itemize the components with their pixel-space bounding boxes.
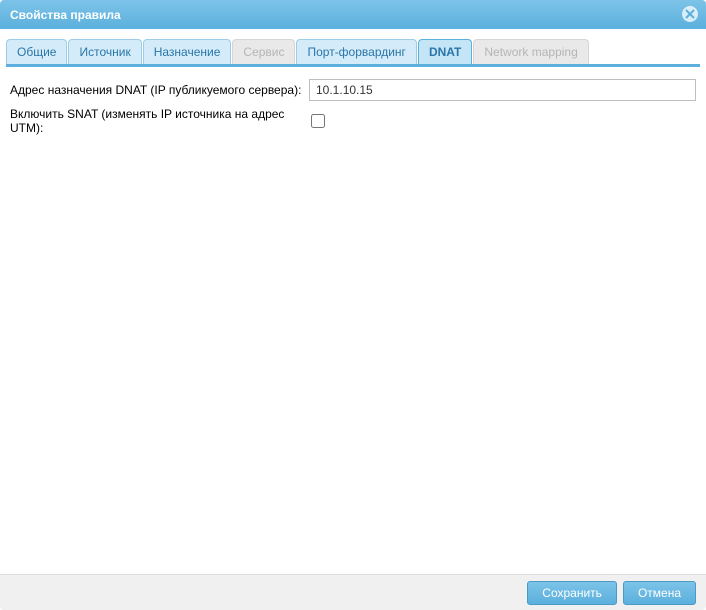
window-title: Свойства правила	[10, 8, 121, 22]
dialog-window: Свойства правила Общие Источник Назначен…	[0, 0, 706, 610]
dnat-address-input[interactable]	[309, 79, 696, 101]
tabbar: Общие Источник Назначение Сервис Порт-фо…	[6, 39, 700, 67]
tab-port-forwarding[interactable]: Порт-форвардинг	[296, 39, 416, 64]
tab-source[interactable]: Источник	[68, 39, 141, 64]
tab-network-mapping: Network mapping	[473, 39, 588, 64]
form-row-enable-snat: Включить SNAT (изменять IP источника на …	[10, 107, 696, 135]
enable-snat-checkbox[interactable]	[311, 114, 325, 128]
enable-snat-label: Включить SNAT (изменять IP источника на …	[10, 107, 309, 135]
dnat-address-label: Адрес назначения DNAT (IP публикуемого с…	[10, 83, 309, 97]
button-bar: Сохранить Отмена	[0, 574, 706, 610]
close-button[interactable]	[682, 6, 698, 22]
tab-destination[interactable]: Назначение	[143, 39, 232, 64]
tab-general[interactable]: Общие	[6, 39, 67, 64]
titlebar: Свойства правила	[0, 0, 706, 29]
tab-service: Сервис	[232, 39, 295, 64]
cancel-button[interactable]: Отмена	[623, 581, 696, 605]
save-button[interactable]: Сохранить	[527, 581, 617, 605]
content-area: Общие Источник Назначение Сервис Порт-фо…	[0, 29, 706, 574]
form-row-dnat-address: Адрес назначения DNAT (IP публикуемого с…	[10, 79, 696, 101]
tab-panel-dnat: Адрес назначения DNAT (IP публикуемого с…	[6, 67, 700, 568]
close-icon	[685, 9, 695, 19]
tab-dnat[interactable]: DNAT	[418, 39, 472, 64]
